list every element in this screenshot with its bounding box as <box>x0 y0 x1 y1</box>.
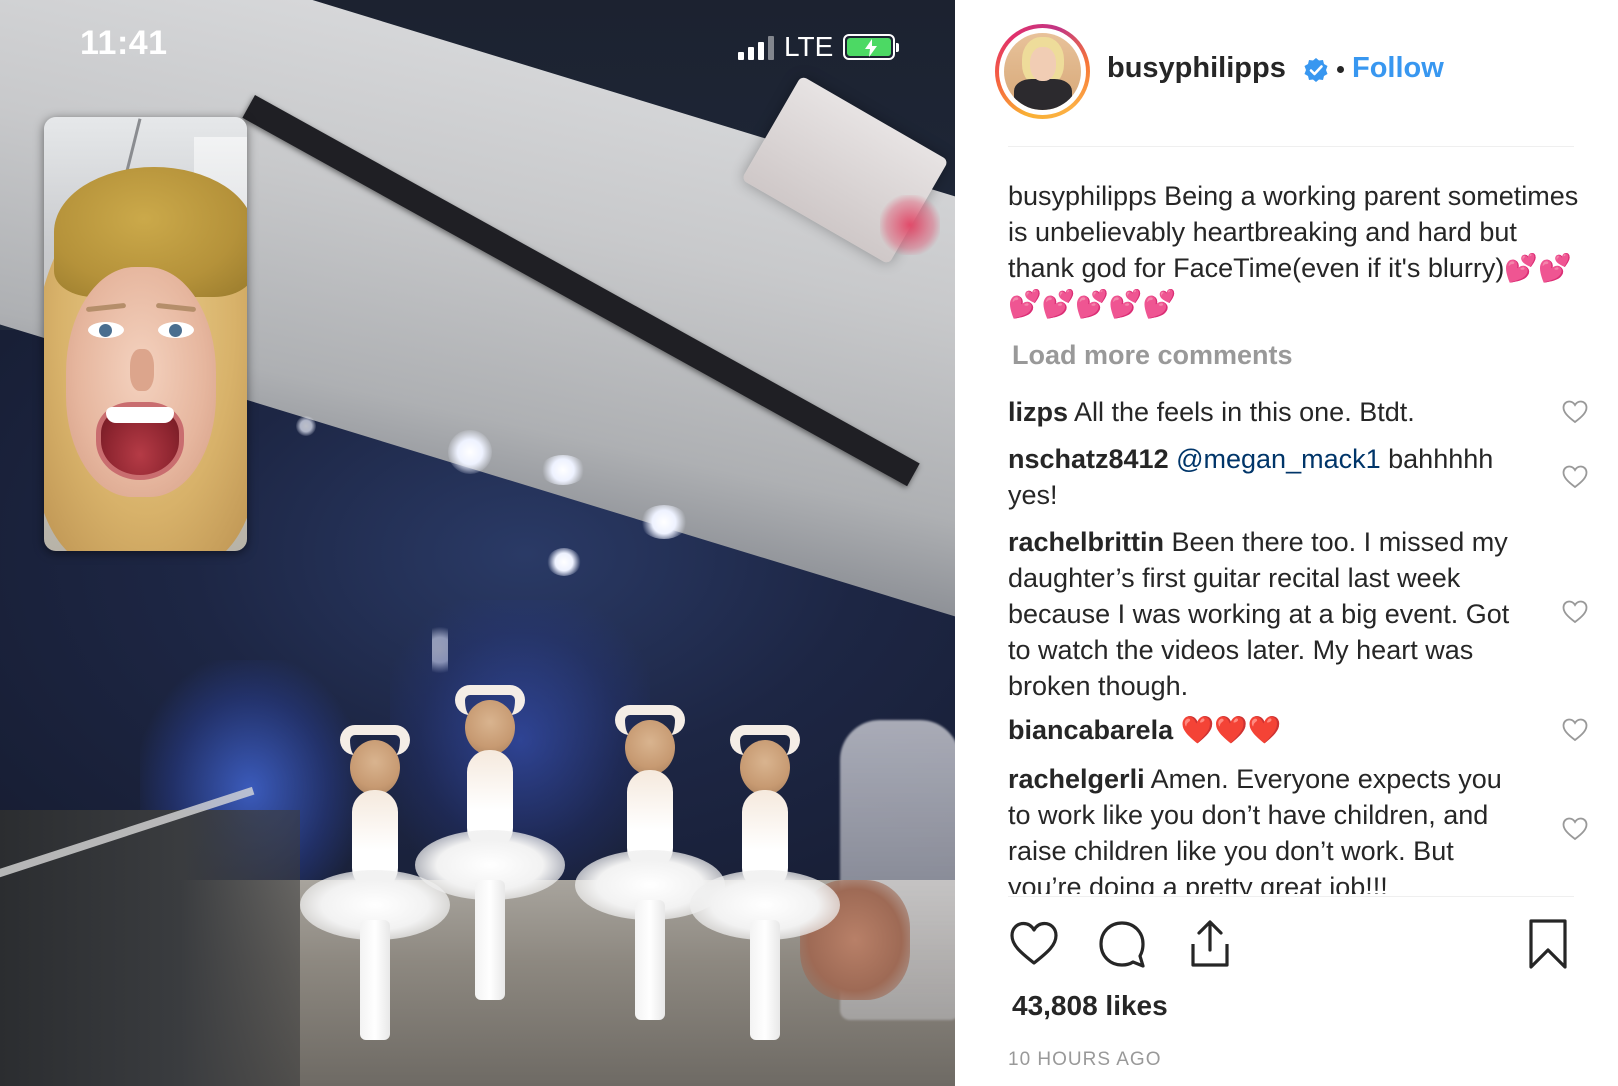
share-upload-icon[interactable] <box>1184 918 1236 970</box>
stage-curtain <box>0 810 300 1086</box>
stage-light <box>448 430 492 474</box>
signal-bars-icon <box>738 34 774 60</box>
like-comment-heart-icon[interactable] <box>1562 600 1588 624</box>
comments-list[interactable]: busyphilipps Being a working parent some… <box>1008 168 1588 894</box>
comment-username[interactable]: rachelbrittin <box>1008 527 1164 557</box>
stage-light <box>296 416 316 436</box>
like-comment-heart-icon[interactable] <box>1562 465 1588 489</box>
comment-username[interactable]: nschatz8412 <box>1008 444 1169 474</box>
battery-charging-icon <box>843 34 900 60</box>
comment-mention[interactable]: @megan_mack1 <box>1176 444 1381 474</box>
post-header: busyphilipps Follow <box>955 0 1618 146</box>
like-comment-heart-icon[interactable] <box>1562 718 1588 742</box>
like-heart-icon[interactable] <box>1008 918 1060 970</box>
network-type: LTE <box>784 31 834 62</box>
post-username[interactable]: busyphilipps <box>1107 52 1286 85</box>
save-bookmark-icon[interactable] <box>1522 918 1574 970</box>
verified-badge-icon <box>1304 58 1328 82</box>
status-time: 11:41 <box>80 24 168 62</box>
post-actions <box>1008 918 1574 974</box>
stage-light <box>640 505 688 539</box>
avatar[interactable] <box>1004 33 1081 110</box>
load-more-comments-button[interactable]: Load more comments <box>1012 340 1293 371</box>
post-panel: busyphilipps Follow busyphilipps Being a… <box>955 0 1618 1086</box>
status-indicators: LTE <box>738 30 900 64</box>
caption-username[interactable]: busyphilipps <box>1008 181 1157 211</box>
like-comment-heart-icon[interactable] <box>1562 817 1588 841</box>
stage-light <box>547 548 581 576</box>
comment-item: rachelbrittin Been there too. I missed m… <box>1008 524 1588 704</box>
likes-count[interactable]: 43,808 likes <box>1012 990 1168 1022</box>
comment-text: All the feels in this one. Btdt. <box>1074 397 1415 427</box>
comment-bubble-icon[interactable] <box>1096 918 1148 970</box>
comment-username[interactable]: biancabarela <box>1008 715 1173 745</box>
post-timestamp[interactable]: 10 HOURS AGO <box>1008 1049 1162 1071</box>
comments-divider <box>1008 896 1574 897</box>
follow-button[interactable]: Follow <box>1352 52 1444 85</box>
like-comment-heart-icon[interactable] <box>1562 400 1588 424</box>
header-divider <box>1008 146 1574 147</box>
comment-item: biancabarela ❤️❤️❤️ <box>1008 712 1588 748</box>
story-ring[interactable] <box>995 24 1090 119</box>
fixture-light <box>880 195 940 255</box>
comment-text: ❤️❤️❤️ <box>1180 715 1282 745</box>
post-photo[interactable]: 11:41 LTE <box>0 0 955 1086</box>
stage-light <box>540 455 586 485</box>
comment-item: lizps All the feels in this one. Btdt. <box>1008 394 1588 430</box>
comment-username[interactable]: lizps <box>1008 397 1068 427</box>
comment-item: rachelgerli Amen. Everyone expects you t… <box>1008 761 1588 894</box>
separator-dot <box>1337 66 1344 73</box>
comment-item: nschatz8412 @megan_mack1 bahhhhh yes! <box>1008 441 1588 513</box>
post-caption: busyphilipps Being a working parent some… <box>1008 178 1580 322</box>
comment-username[interactable]: rachelgerli <box>1008 764 1145 794</box>
facetime-self-view <box>44 117 247 551</box>
